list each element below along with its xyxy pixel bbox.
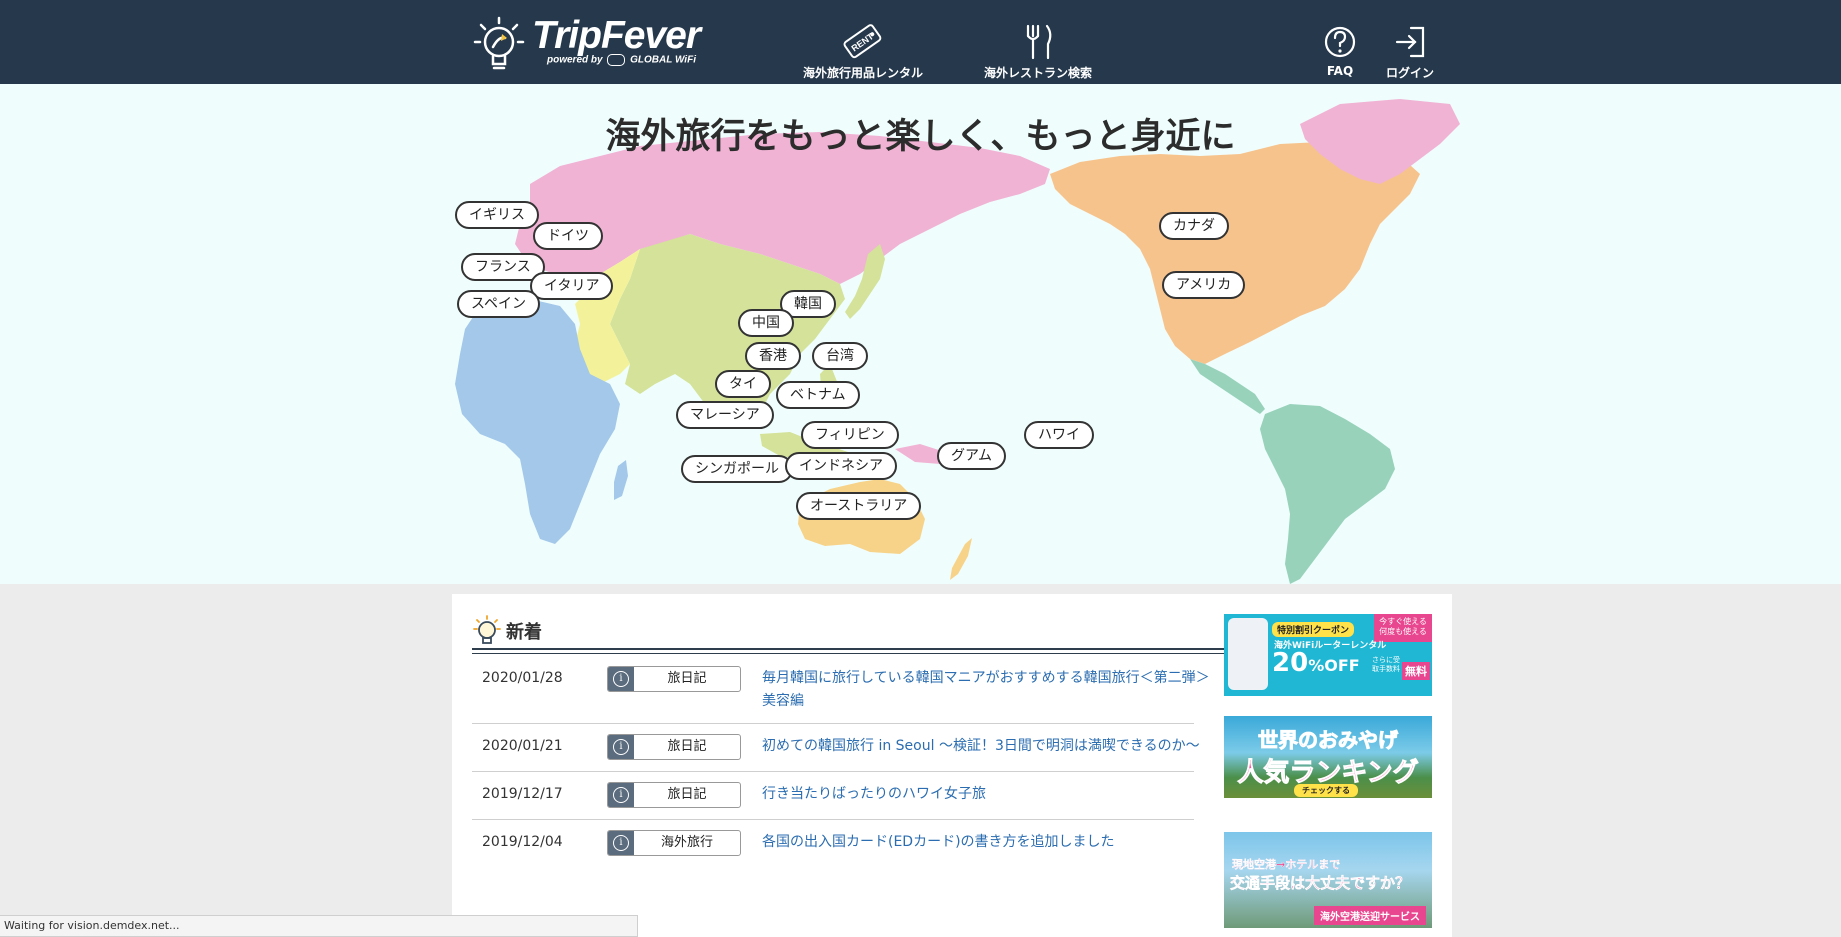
country-italy[interactable]: イタリア — [530, 272, 614, 300]
wifi-router-image — [1228, 618, 1268, 690]
coupon-free: 無料 — [1402, 662, 1430, 680]
map-madagascar — [614, 460, 628, 500]
news-link[interactable]: 初めての韓国旅行 in Seoul 〜検証！3日間で明洞は満喫できるのか〜 — [762, 735, 1222, 758]
news-category-tag[interactable]: i 旅日記 — [607, 734, 741, 760]
news-link[interactable]: 毎月韓国に旅行している韓国マニアがおすすめする韓国旅行＜第二弾＞美容編 — [762, 667, 1212, 713]
map-south-america — [1260, 404, 1395, 584]
news-link[interactable]: 各国の出入国カード(EDカード)の書き方を追加しました — [762, 831, 1212, 854]
nav-faq[interactable]: FAQ — [1322, 22, 1358, 78]
transfer-cta: 海外空港送迎サービス — [1314, 906, 1426, 925]
hero-world-map: 海外旅行をもっと楽しく、もっと身近に イギリス ドイツ フランス イタリア スペ… — [0, 84, 1841, 584]
news-date: 2020/01/21 — [482, 738, 563, 754]
news-date: 2019/12/17 — [482, 786, 563, 802]
nav-restaurant[interactable]: 海外レストラン検索 — [984, 22, 1092, 81]
question-circle-icon — [1324, 26, 1356, 58]
logo-sub-brand: GLOBAL WiFi — [630, 54, 696, 66]
country-usa[interactable]: アメリカ — [1162, 271, 1246, 299]
nav-login[interactable]: ログイン — [1385, 22, 1435, 81]
main-content: 新着 2020/01/28 i 旅日記 毎月韓国に旅行している韓国マニアがおすす… — [452, 594, 1452, 937]
coupon-badge: 特別割引クーポン — [1272, 622, 1355, 637]
nav-rental-label: 海外旅行用品レンタル — [803, 66, 924, 80]
logo-sub-prefix: powered by — [547, 54, 603, 66]
transfer-line2: 交通手段は大丈夫ですか？ — [1230, 874, 1411, 893]
login-arrow-icon — [1395, 26, 1425, 58]
country-vietnam[interactable]: ベトナム — [776, 381, 860, 409]
country-malaysia[interactable]: マレーシア — [676, 401, 774, 429]
country-spain[interactable]: スペイン — [457, 290, 541, 318]
nav-rental[interactable]: RENT 海外旅行用品レンタル — [803, 22, 923, 81]
rent-tag-icon: RENT — [843, 24, 882, 59]
hero-title: 海外旅行をもっと楽しく、もっと身近に — [605, 117, 1236, 157]
wifi-coupon-banner[interactable]: 今すぐ使える何度も使える 特別割引クーポン 海外WiFiルーターレンタル 20%… — [1224, 614, 1432, 696]
country-philippines[interactable]: フィリピン — [801, 421, 899, 449]
info-icon: i — [608, 735, 634, 759]
country-singapore[interactable]: シンガポール — [681, 455, 793, 483]
country-taiwan[interactable]: 台湾 — [812, 342, 868, 370]
nav-restaurant-label: 海外レストラン検索 — [984, 66, 1093, 80]
transfer-line1: 現地空港→ホテルまで — [1232, 858, 1341, 871]
news-row: 2019/12/04 i 海外旅行 各国の出入国カード(EDカード)の書き方を追… — [472, 820, 1194, 867]
country-guam[interactable]: グアム — [937, 442, 1007, 470]
news-category-tag[interactable]: i 旅日記 — [607, 782, 741, 808]
news-heading: 新着 — [506, 622, 542, 643]
nav-login-label: ログイン — [1385, 66, 1434, 80]
country-uk[interactable]: イギリス — [455, 201, 539, 229]
map-new-zealand — [950, 538, 972, 580]
globalwifi-mark-icon — [607, 54, 626, 66]
info-icon: i — [608, 831, 634, 855]
news-category-tag[interactable]: i 海外旅行 — [607, 830, 741, 856]
souvenir-cta: チェックする — [1294, 784, 1358, 797]
country-indonesia[interactable]: インドネシア — [785, 452, 897, 480]
country-canada[interactable]: カナダ — [1159, 212, 1229, 240]
logo-subtitle: powered by GLOBAL WiFi — [547, 54, 696, 66]
news-row: 2019/12/17 i 旅日記 行き当たりばったりのハワイ女子旅 — [472, 772, 1194, 820]
airport-transfer-banner[interactable]: 現地空港→ホテルまで 交通手段は大丈夫ですか？ 海外空港送迎サービス — [1224, 832, 1432, 928]
news-row: 2020/01/28 i 旅日記 毎月韓国に旅行している韓国マニアがおすすめする… — [472, 660, 1210, 724]
news-date: 2020/01/28 — [482, 670, 563, 686]
coupon-extra: さらに受取手数料 — [1372, 656, 1400, 673]
info-icon: i — [608, 667, 634, 691]
souvenir-line1: 世界のおみやげ — [1258, 728, 1399, 753]
country-thailand[interactable]: タイ — [715, 370, 771, 398]
browser-status-bar: Waiting for vision.demdex.net... — [0, 915, 638, 937]
info-icon: i — [608, 783, 634, 807]
fork-knife-icon — [1026, 24, 1052, 60]
country-hongkong[interactable]: 香港 — [745, 342, 801, 370]
news-date: 2019/12/04 — [482, 834, 563, 850]
news-row: 2020/01/21 i 旅日記 初めての韓国旅行 in Seoul 〜検証！3… — [472, 724, 1200, 772]
lightbulb-icon — [473, 16, 525, 70]
news-tag-label: 旅日記 — [667, 739, 707, 754]
news-tag-label: 海外旅行 — [660, 835, 713, 850]
country-china[interactable]: 中国 — [738, 309, 794, 337]
logo-title: TripFever — [532, 14, 701, 57]
country-australia[interactable]: オーストラリア — [796, 492, 922, 520]
tripfever-logo[interactable]: TripFever powered by GLOBAL WiFi — [472, 14, 702, 72]
news-lightbulb-icon — [473, 615, 501, 644]
nav-faq-label: FAQ — [1326, 64, 1354, 78]
country-hawaii[interactable]: ハワイ — [1024, 421, 1094, 449]
souvenir-ranking-banner[interactable]: 世界のおみやげ 人気ランキング チェックする — [1224, 716, 1432, 798]
news-tag-label: 旅日記 — [667, 671, 707, 686]
map-central-america — [1190, 359, 1265, 414]
country-germany[interactable]: ドイツ — [533, 222, 603, 250]
news-category-tag[interactable]: i 旅日記 — [607, 666, 741, 692]
news-tag-label: 旅日記 — [667, 787, 707, 802]
coupon-percent: 20%OFF — [1272, 648, 1360, 678]
site-header: TripFever powered by GLOBAL WiFi RENT 海外… — [0, 0, 1841, 84]
news-link[interactable]: 行き当たりばったりのハワイ女子旅 — [762, 783, 1212, 806]
news-divider — [472, 648, 1225, 654]
